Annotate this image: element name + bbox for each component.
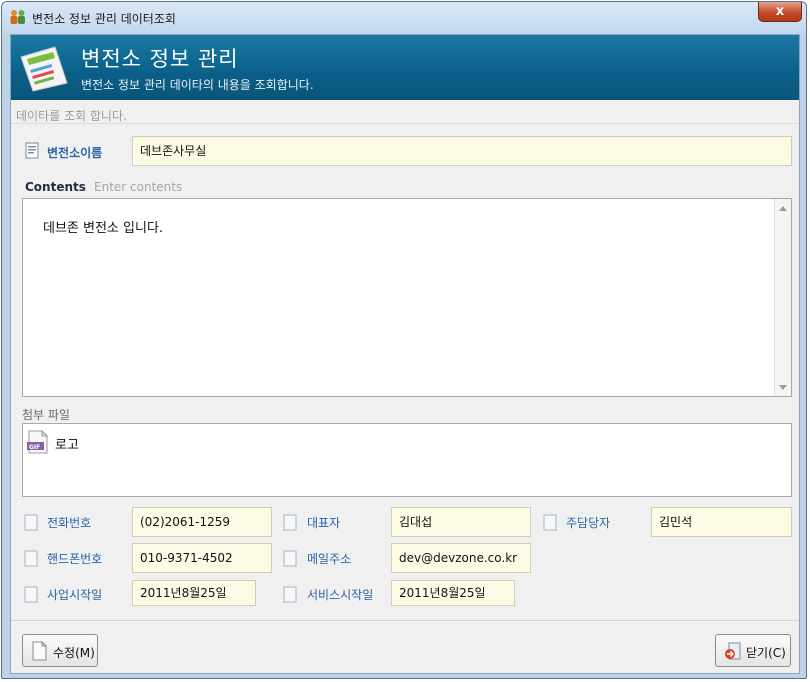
exit-icon xyxy=(725,642,741,660)
document-icon xyxy=(24,550,38,567)
contents-label: Contents xyxy=(25,180,86,194)
contents-scrollbar[interactable] xyxy=(774,199,791,396)
contents-placeholder: Enter contents xyxy=(94,180,183,194)
app-users-icon xyxy=(10,10,25,24)
mobile-label: 핸드폰번호 xyxy=(47,552,103,566)
scroll-up-arrow-icon[interactable] xyxy=(779,206,787,211)
header-banner: 변전소 정보 관리 변전소 정보 관리 데이타의 내용을 조회합니다. xyxy=(11,35,799,100)
scroll-down-arrow-icon[interactable] xyxy=(779,385,787,390)
substation-name-label: 변전소이름 xyxy=(47,146,103,160)
contents-text: 데브존 변전소 입니다. xyxy=(43,221,164,236)
attachments-list[interactable]: GIF 로고 xyxy=(22,423,792,497)
phone-label: 전화번호 xyxy=(47,516,92,530)
service-start-label: 서비스시작일 xyxy=(307,588,374,602)
email-label: 메일주소 xyxy=(307,552,352,566)
document-icon xyxy=(24,586,38,603)
document-list-icon xyxy=(20,46,68,92)
document-icon xyxy=(283,514,297,531)
attachment-item-name[interactable]: 로고 xyxy=(55,434,79,453)
edit-button-label: 수정(M) xyxy=(53,646,95,660)
dialog-window: 변전소 정보 관리 데이터조회 x 변전소 정보 관리 변전소 정보 관리 데이… xyxy=(1,1,807,679)
close-button-label: 닫기(C) xyxy=(746,646,786,660)
contents-textarea[interactable]: 데브존 변전소 입니다. xyxy=(22,198,792,397)
document-icon xyxy=(24,514,38,531)
manager-field[interactable]: 김민석 xyxy=(651,507,792,537)
business-start-label: 사업시작일 xyxy=(47,588,103,602)
divider xyxy=(11,123,799,124)
title-bar: 변전소 정보 관리 데이터조회 x xyxy=(2,2,806,34)
header-subtitle: 변전소 정보 관리 데이타의 내용을 조회합니다. xyxy=(81,78,314,92)
dialog-body: 변전소 정보 관리 변전소 정보 관리 데이타의 내용을 조회합니다. 데이타를… xyxy=(10,34,800,674)
document-icon xyxy=(283,586,297,603)
representative-label: 대표자 xyxy=(307,516,341,530)
svg-text:GIF: GIF xyxy=(29,444,40,451)
status-hint: 데이타를 조회 합니다. xyxy=(16,109,127,123)
mobile-field[interactable]: 010-9371-4502 xyxy=(132,543,272,573)
document-icon xyxy=(543,514,557,531)
service-start-field[interactable]: 2011년8월25일 xyxy=(391,580,515,606)
document-icon xyxy=(283,550,297,567)
edit-document-icon xyxy=(32,641,48,661)
window-title: 변전소 정보 관리 데이터조회 xyxy=(32,12,176,26)
close-button[interactable]: 닫기(C) xyxy=(715,634,791,667)
gif-file-icon[interactable]: GIF xyxy=(27,430,49,454)
business-start-field[interactable]: 2011년8월25일 xyxy=(132,580,256,606)
email-field[interactable]: dev@devzone.co.kr xyxy=(391,543,531,573)
manager-label: 주담당자 xyxy=(566,516,611,530)
window-close-button[interactable]: x xyxy=(758,2,802,22)
substation-name-field[interactable]: 데브존사무실 xyxy=(132,136,792,166)
divider xyxy=(11,620,799,621)
attachments-label: 첨부 파일 xyxy=(22,408,70,422)
document-icon xyxy=(25,142,39,159)
edit-button[interactable]: 수정(M) xyxy=(22,634,98,667)
header-title: 변전소 정보 관리 xyxy=(81,47,239,71)
phone-field[interactable]: (02)2061-1259 xyxy=(132,507,272,537)
representative-field[interactable]: 김대섭 xyxy=(391,507,531,537)
